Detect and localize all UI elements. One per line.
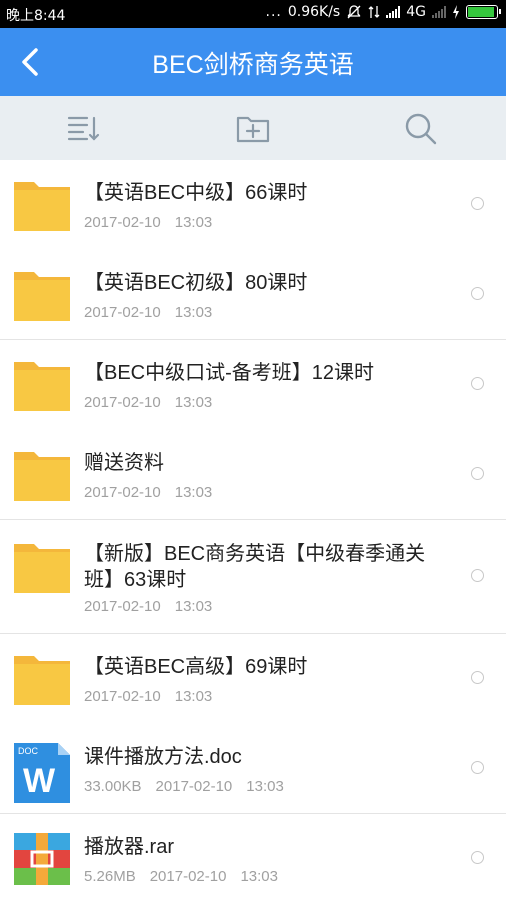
status-right: ... 0.96K/s 4G: [265, 4, 501, 20]
list-item[interactable]: 【英语BEC中级】66课时 2017-02-10 13:03: [0, 160, 506, 250]
file-time: 13:03: [174, 214, 213, 231]
file-date: 2017-02-10: [84, 304, 161, 321]
file-date: 2017-02-10: [84, 484, 161, 501]
file-name: 【新版】BEC商务英语【中级春季通关班】63课时: [84, 543, 426, 591]
select-checkbox[interactable]: [471, 287, 484, 300]
file-list: 【英语BEC中级】66课时 2017-02-10 13:03 【英语BEC初级】8…: [0, 160, 506, 904]
file-name: 【英语BEC中级】66课时: [84, 182, 308, 204]
folder-icon: [14, 182, 70, 231]
word-document-icon: DOC W: [14, 743, 70, 803]
charging-icon: [453, 5, 459, 19]
select-checkbox[interactable]: [471, 851, 484, 864]
file-time: 13:03: [174, 304, 213, 321]
network-type: 4G: [406, 4, 426, 20]
list-item[interactable]: DOC W 课件播放方法.doc 33.00KB 2017-02-10 13:03: [0, 724, 506, 814]
archive-icon: [14, 833, 70, 885]
list-item[interactable]: 【BEC中级口试-备考班】12课时 2017-02-10 13:03: [0, 340, 506, 430]
file-time: 13:03: [246, 778, 284, 795]
network-speed: 0.96K/s: [287, 4, 341, 20]
file-name: 课件播放方法.doc: [84, 746, 242, 768]
list-item[interactable]: 赠送资料 2017-02-10 13:03: [0, 430, 506, 520]
file-time: 13:03: [174, 688, 213, 705]
list-item[interactable]: 【新版】BEC商务英语【中级春季通关班】63课时 2017-02-10 13:03: [0, 520, 506, 634]
doc-badge: DOC: [18, 746, 39, 756]
list-item[interactable]: 【英语BEC高级】69课时 2017-02-10 13:03: [0, 634, 506, 724]
list-item[interactable]: 播放器.rar 5.26MB 2017-02-10 13:03: [0, 814, 506, 904]
toolbar: [0, 96, 506, 160]
mute-icon: [347, 5, 361, 19]
file-date: 2017-02-10: [84, 214, 161, 231]
file-name: 【英语BEC高级】69课时: [84, 656, 308, 678]
select-checkbox[interactable]: [471, 377, 484, 390]
file-meta: 2017-02-10 13:03: [84, 394, 212, 411]
file-name: 播放器.rar: [84, 836, 174, 858]
data-transfer-icon: [368, 6, 380, 18]
status-dots: ...: [265, 4, 282, 20]
file-date: 2017-02-10: [149, 868, 227, 885]
file-name: 赠送资料: [84, 452, 164, 474]
signal-icon: [386, 6, 401, 18]
list-item[interactable]: 【英语BEC初级】80课时 2017-02-10 13:03: [0, 250, 506, 340]
file-date: 2017-02-10: [84, 394, 161, 411]
sort-icon[interactable]: [66, 110, 102, 146]
file-name: 【英语BEC初级】80课时: [84, 272, 308, 294]
file-meta: 5.26MB 2017-02-10 13:03: [84, 868, 278, 885]
file-date: 2017-02-10: [84, 688, 161, 705]
file-meta: 2017-02-10 13:03: [84, 688, 212, 705]
select-checkbox[interactable]: [471, 569, 484, 582]
folder-icon: [14, 656, 70, 705]
file-meta: 2017-02-10 13:03: [84, 598, 212, 615]
file-meta: 2017-02-10 13:03: [84, 214, 212, 231]
file-size: 5.26MB: [84, 868, 136, 885]
search-icon[interactable]: [402, 110, 438, 146]
page-title: BEC剑桥商务英语: [152, 51, 354, 79]
app-header: BEC剑桥商务英语: [0, 28, 506, 96]
select-checkbox[interactable]: [471, 467, 484, 480]
file-date: 2017-02-10: [84, 598, 161, 615]
folder-icon: [14, 452, 70, 501]
folder-icon: [14, 362, 70, 411]
signal-secondary-icon: [432, 6, 446, 18]
file-time: 13:03: [174, 598, 213, 615]
status-time: 晚上8:44: [6, 8, 66, 24]
file-time: 13:03: [240, 868, 278, 885]
select-checkbox[interactable]: [471, 671, 484, 684]
file-time: 13:03: [174, 484, 213, 501]
new-folder-icon[interactable]: [235, 110, 271, 146]
folder-icon: [14, 544, 70, 593]
file-meta: 2017-02-10 13:03: [84, 484, 212, 501]
file-time: 13:03: [174, 394, 213, 411]
select-checkbox[interactable]: [471, 197, 484, 210]
select-checkbox[interactable]: [471, 761, 484, 774]
status-bar: 晚上8:44 ... 0.96K/s 4G: [0, 0, 506, 28]
file-name: 【BEC中级口试-备考班】12课时: [84, 362, 375, 384]
file-size: 33.00KB: [84, 778, 142, 795]
folder-icon: [14, 272, 70, 321]
battery-icon: [466, 5, 501, 19]
doc-letter: W: [23, 762, 56, 800]
file-date: 2017-02-10: [155, 778, 233, 795]
file-meta: 2017-02-10 13:03: [84, 304, 212, 321]
file-meta: 33.00KB 2017-02-10 13:03: [84, 778, 284, 795]
